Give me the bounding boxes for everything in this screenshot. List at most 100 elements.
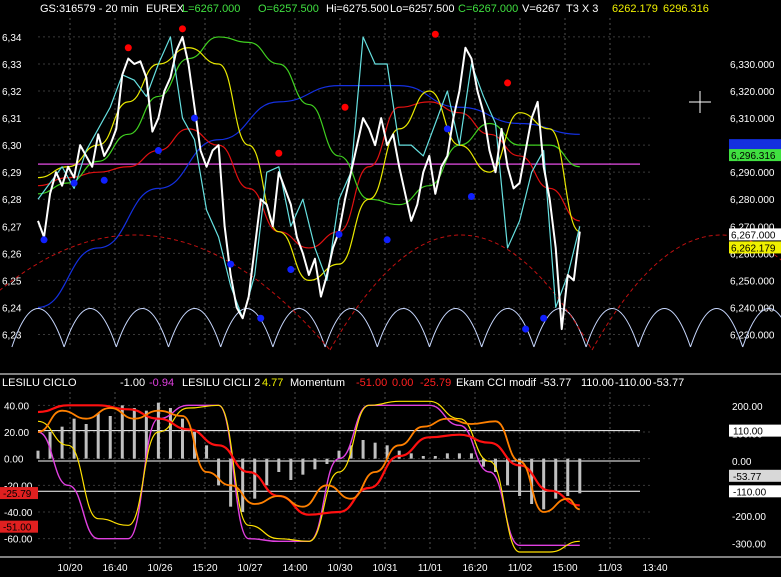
- ind-name-4: Ekam CCI modif: [456, 377, 537, 389]
- ind-name-1: LESILU CICLO: [2, 377, 77, 389]
- ind-val-4c: -110.00: [615, 377, 652, 389]
- momentum-bar: [277, 458, 281, 472]
- indicator-tick-right: 0.00: [732, 457, 752, 468]
- time-tick-label: 16:20: [462, 563, 487, 574]
- time-tick-label: 10/27: [237, 563, 262, 574]
- header-volume: V=6267: [522, 3, 560, 15]
- time-tick-label: 10/20: [57, 563, 82, 574]
- time-tick-label: 11/01: [418, 563, 443, 574]
- indicator-tag-label-left: -25.79: [3, 489, 32, 500]
- momentum-bar: [397, 450, 401, 459]
- time-tick-label: 15:20: [192, 563, 217, 574]
- price-tick-right: 6,310.000: [730, 114, 775, 125]
- indicator-tag-label: -110.00: [733, 487, 767, 498]
- signal-dot-blue: [383, 236, 391, 244]
- price-tick-left: 6,31: [2, 114, 22, 125]
- momentum-bar: [457, 453, 461, 459]
- momentum-bar: [542, 458, 546, 510]
- header-value-b: 6296.316: [663, 3, 709, 15]
- momentum-bar: [566, 458, 570, 496]
- header-symbol: GS:316579 - 20 min: [40, 3, 138, 15]
- price-tick-left: 6,32: [2, 87, 22, 98]
- ind-name-3: Momentum: [290, 377, 345, 389]
- momentum-bar: [325, 458, 329, 464]
- signal-dot-red: [178, 25, 186, 33]
- momentum-bar: [506, 458, 510, 486]
- header-exchange: EUREX: [146, 3, 185, 15]
- momentum-bar: [301, 458, 305, 475]
- price-tick-left: 6,26: [2, 249, 22, 260]
- momentum-bar: [421, 456, 425, 459]
- momentum-bar: [578, 458, 582, 494]
- signal-dot-red: [504, 79, 512, 87]
- indicator-tag-label: -53.77: [733, 472, 762, 483]
- momentum-bar: [96, 413, 100, 459]
- price-tick-left: 6,34: [2, 33, 22, 44]
- indicator-tick-right: -200.00: [732, 512, 766, 523]
- header-low: Lo=6257.500: [390, 3, 455, 15]
- header-close: C=6267.000: [458, 3, 518, 15]
- price-tick-left: 6,28: [2, 195, 22, 206]
- momentum-bar: [409, 453, 413, 459]
- chart-stage: GS:316579 - 20 min EUREX L=6267.000 O=62…: [0, 0, 781, 577]
- momentum-bar: [253, 458, 257, 499]
- momentum-bar: [445, 453, 449, 459]
- indicator-tag-label: 110.00: [733, 427, 763, 438]
- header-last: L=6267.000: [182, 3, 240, 15]
- momentum-bar: [205, 445, 209, 459]
- signal-dot-red: [275, 149, 283, 157]
- momentum-bar: [337, 450, 341, 459]
- indicator-tick-right: -300.00: [732, 540, 766, 551]
- indicator-tick-left: -40.00: [4, 508, 33, 519]
- signal-dot-blue: [287, 266, 295, 274]
- price-tick-right: 6,280.000: [730, 195, 775, 206]
- ind-val-1a: -1.00: [120, 377, 145, 389]
- time-tick-label: 10/30: [327, 563, 352, 574]
- price-tick-left: 6,24: [2, 303, 22, 314]
- price-tick-right: 6,320.000: [730, 87, 775, 98]
- header-timeframe: T3 X 3: [566, 3, 598, 15]
- price-tick-right: 6,250.000: [730, 276, 775, 287]
- indicator-tick-left: -60.00: [4, 535, 33, 546]
- indicator-tag-label-left: -51.00: [3, 523, 32, 534]
- ind-val-3b: 0.00: [392, 377, 413, 389]
- indicator-tick-left: 20.00: [4, 428, 29, 439]
- momentum-bar: [217, 458, 221, 486]
- signal-dot-blue: [70, 179, 78, 187]
- signal-dot-blue: [522, 325, 530, 333]
- signal-dot-red: [431, 30, 439, 38]
- signal-dot-blue: [154, 147, 162, 155]
- momentum-bar: [108, 416, 112, 459]
- signal-dot-blue: [257, 314, 265, 322]
- signal-dot-blue: [40, 236, 48, 244]
- time-tick-label: 14:00: [282, 563, 307, 574]
- price-tick-right: 6,290.000: [730, 168, 775, 179]
- signal-dot-red: [341, 103, 349, 111]
- ind-val-4b: 110.00: [581, 377, 614, 389]
- signal-dot-blue: [443, 125, 451, 133]
- momentum-bar: [361, 440, 365, 459]
- price-tag-label: 6,267.000: [731, 230, 776, 241]
- momentum-bar: [180, 418, 184, 459]
- price-tick-left: 6,33: [2, 60, 22, 71]
- signal-dot-red: [124, 44, 132, 52]
- momentum-bar: [313, 458, 317, 470]
- indicator-tick-left: 0.00: [4, 455, 24, 466]
- momentum-bar: [469, 453, 473, 459]
- momentum-bar: [36, 450, 40, 459]
- header-open: O=6257.500: [258, 3, 319, 15]
- ind-val-3a: -51.00: [356, 377, 387, 389]
- header-value-a: 6262.179: [612, 3, 658, 15]
- momentum-bar: [241, 458, 245, 512]
- time-tick-label: 16:40: [102, 563, 127, 574]
- signal-dot-blue: [191, 114, 199, 122]
- time-tick-label: 11/03: [598, 563, 623, 574]
- price-tick-left: 6,30: [2, 141, 22, 152]
- ind-val-4d: -53.77: [653, 377, 684, 389]
- momentum-bar: [433, 456, 437, 459]
- signal-dot-blue: [467, 193, 475, 201]
- momentum-bar: [84, 424, 88, 459]
- momentum-bar: [289, 458, 293, 480]
- ind-name-2: LESILU CICLI 2: [182, 377, 260, 389]
- momentum-bar: [229, 458, 233, 507]
